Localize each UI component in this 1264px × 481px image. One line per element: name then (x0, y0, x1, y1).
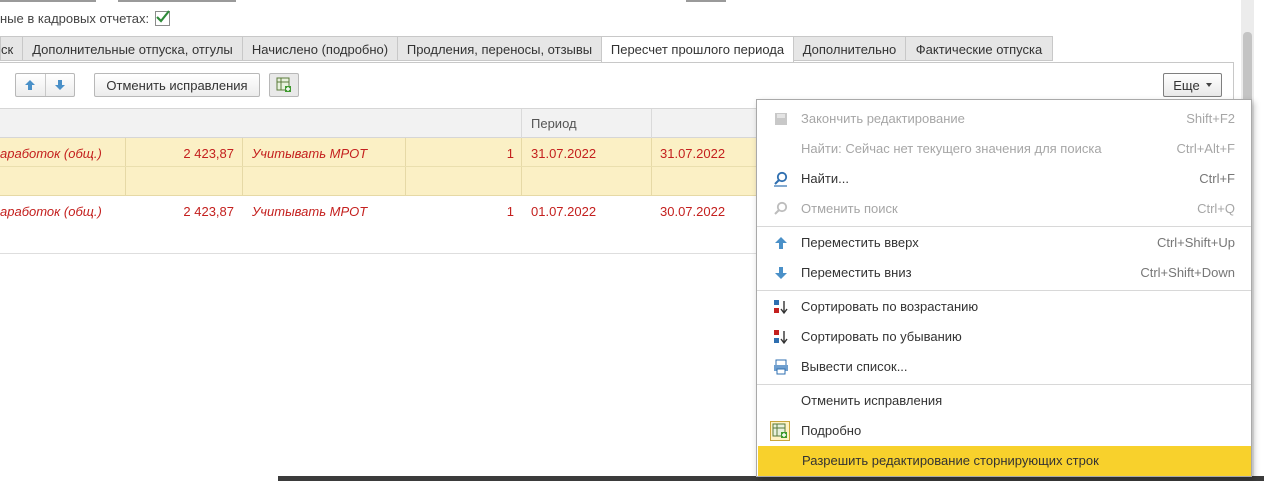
menu-item-allow-storno-editing[interactable]: Разрешить редактирование сторнирующих ст… (758, 446, 1251, 476)
header-period: Период (531, 116, 577, 131)
cell-mrot: Учитывать МРОТ (252, 204, 368, 219)
hr-reports-checkbox[interactable] (155, 9, 171, 26)
move-down-button[interactable] (46, 74, 75, 96)
menu-item-details[interactable]: Подробно (757, 416, 1251, 446)
cell-period-end: 31.07.2022 (660, 146, 726, 161)
arrow-up-icon (773, 235, 789, 251)
cell-mrot: Учитывать МРОТ (252, 146, 368, 161)
cancel-corrections-button[interactable]: Отменить исправления (94, 73, 260, 97)
menu-separator (757, 290, 1251, 291)
cell-amount: 2 423,87 (183, 204, 234, 219)
menu-item-cancel-corrections[interactable]: Отменить исправления (757, 386, 1251, 416)
hr-reports-label: ные в кадровых отчетах: (0, 10, 150, 26)
menu-item-finish-editing[interactable]: Закончить редактирование Shift+F2 (757, 104, 1251, 134)
cell-amount: 2 423,87 (183, 146, 234, 161)
check-icon (156, 9, 170, 23)
tab-actual-leaves[interactable]: Фактические отпуска (905, 36, 1053, 61)
more-menu: Закончить редактирование Shift+F2 Найти:… (756, 99, 1252, 477)
finish-edit-icon (773, 111, 789, 127)
menu-item-sort-asc[interactable]: Сортировать по возрастанию (757, 292, 1251, 322)
move-buttons-group (15, 73, 75, 97)
menu-item-find[interactable]: Найти... Ctrl+F (757, 164, 1251, 194)
table-row[interactable]: аработок (общ.) 2 423,87 Учитывать МРОТ … (0, 138, 760, 196)
cell-qty: 1 (506, 204, 514, 219)
move-up-button[interactable] (16, 74, 46, 96)
top-edge (0, 0, 1264, 2)
arrow-up-icon (25, 80, 36, 90)
cell-type: аработок (общ.) (0, 204, 102, 219)
menu-item-find-current[interactable]: Найти: Сейчас нет текущего значения для … (757, 134, 1251, 164)
tab-vacation[interactable]: ск (0, 36, 23, 61)
table-row[interactable]: аработок (общ.) 2 423,87 Учитывать МРОТ … (0, 196, 760, 254)
output-list-icon (773, 359, 789, 375)
menu-item-move-down[interactable]: Переместить вниз Ctrl+Shift+Down (757, 258, 1251, 288)
hr-reports-row: ные в кадровых отчетах: (0, 8, 171, 28)
tab-previous-period-recalc[interactable]: Пересчет прошлого периода (601, 36, 794, 63)
search-icon (773, 171, 789, 187)
cell-qty: 1 (506, 146, 514, 161)
menu-item-move-up[interactable]: Переместить вверх Ctrl+Shift+Up (757, 228, 1251, 258)
menu-item-cancel-search[interactable]: Отменить поиск Ctrl+Q (757, 194, 1251, 224)
tab-additional-leaves[interactable]: Дополнительные отпуска, отгулы (22, 36, 243, 61)
cell-period-start: 01.07.2022 (531, 204, 597, 219)
details-icon (276, 77, 291, 92)
more-button[interactable]: Еще (1163, 73, 1222, 97)
menu-separator (757, 384, 1251, 385)
menu-item-sort-desc[interactable]: Сортировать по убыванию (757, 322, 1251, 352)
table-header: Период (0, 108, 760, 139)
menu-item-output-list[interactable]: Вывести список... (757, 352, 1251, 382)
cell-period-end: 30.07.2022 (660, 204, 726, 219)
menu-separator (757, 226, 1251, 227)
arrow-down-icon (54, 80, 65, 90)
cell-period-start: 31.07.2022 (531, 146, 597, 161)
tab-additional[interactable]: Дополнительно (793, 36, 906, 61)
cell-type: аработок (общ.) (0, 146, 102, 161)
tab-accrued-detailed[interactable]: Начислено (подробно) (242, 36, 398, 61)
cancel-search-icon (773, 201, 789, 217)
sort-descending-icon (773, 329, 789, 345)
chevron-down-icon (1205, 83, 1212, 87)
tab-extensions[interactable]: Продления, переносы, отзывы (397, 36, 602, 61)
sort-ascending-icon (773, 299, 789, 315)
details-icon (770, 421, 790, 441)
details-toggle-button[interactable] (269, 73, 299, 97)
arrow-down-icon (773, 265, 789, 281)
